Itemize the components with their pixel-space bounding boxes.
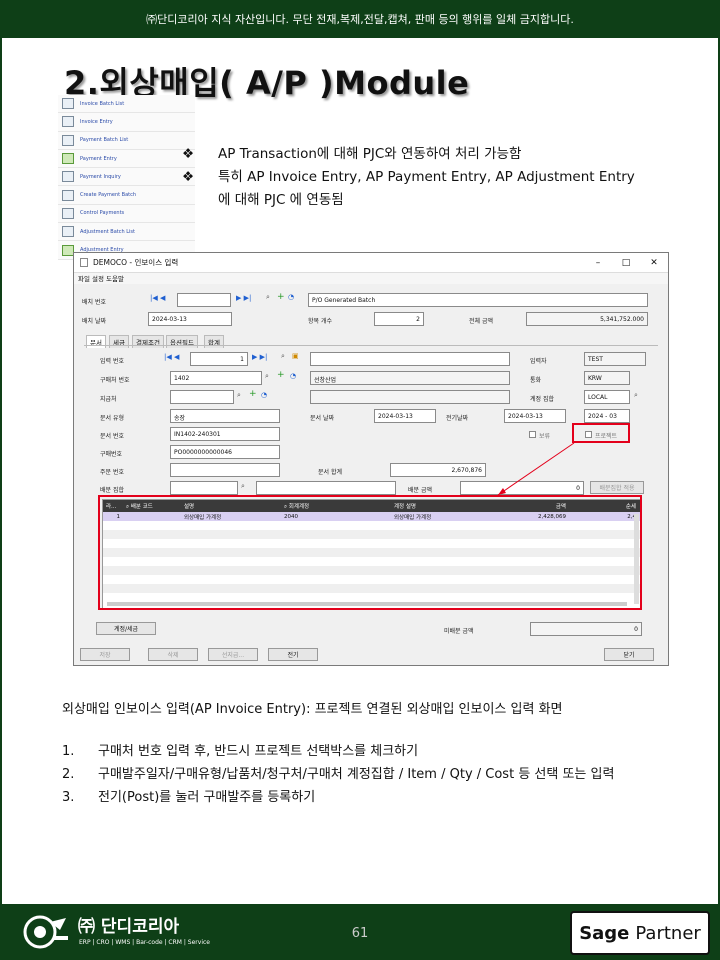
sage-logo-text: Sage <box>579 922 630 944</box>
magnifier-icon <box>62 171 74 183</box>
grid-icon <box>62 207 74 219</box>
menu-item-payment-inquiry[interactable]: Payment Inquiry <box>58 168 195 187</box>
menu-item-invoice-entry[interactable]: Invoice Entry <box>58 113 195 132</box>
list-icon <box>62 134 74 146</box>
invoice-entry-window: DEMOCO - 인보이스 입력 – □ ✕ 파일 설정 도움말 배치 번호 |… <box>73 252 669 666</box>
footer-bar: ㈜ 단디코리아 ERP | CRO | WMS | Bar-code | CRM… <box>0 904 720 960</box>
undistributed-label: 미배분 금액 <box>444 628 474 635</box>
bullet-text-continued: 에 대해 PJC 에 연동됨 <box>218 192 344 208</box>
menu-item-adjustment-batch-list[interactable]: Adjustment Batch List <box>58 223 195 242</box>
prepayment-button[interactable]: 선지급... <box>208 648 258 661</box>
step-text: 구매처 번호 입력 후, 반드시 프로젝트 선택박스를 체크하기 <box>98 744 419 759</box>
account-tax-button[interactable]: 계정/세금 <box>96 622 156 635</box>
menu-item-payment-batch-list[interactable]: Payment Batch List <box>58 131 195 150</box>
copyright-banner: ㈜단디코리아 지식 자산입니다. 무단 전재,복제,전달,캡쳐, 판매 등의 행… <box>0 0 720 38</box>
bullet-text: AP Transaction에 대해 PJC와 연동하여 처리 가능함 <box>218 146 522 162</box>
batch-icon <box>62 189 74 201</box>
step-text: 구매발주일자/구매유형/납품처/청구처/구매처 계정집합 / Item / Qt… <box>98 767 615 782</box>
bullet-text: 특히 AP Invoice Entry, AP Payment Entry, A… <box>218 169 635 185</box>
menu-item-control-payments[interactable]: Control Payments <box>58 204 195 224</box>
menu-item-invoice-batch-list[interactable]: Invoice Batch List <box>58 95 195 114</box>
list-icon <box>62 98 74 110</box>
payment-icon <box>62 153 74 165</box>
document-icon <box>62 116 74 128</box>
callout-arrow <box>497 442 575 496</box>
ap-side-menu: Invoice Batch List Invoice Entry Payment… <box>58 95 195 260</box>
screen-description: 외상매입 인보이스 입력(AP Invoice Entry): 프로젝트 연결된… <box>62 702 563 717</box>
diamond-bullet-icon: ❖ <box>182 146 195 162</box>
undistributed-field: 0 <box>530 622 642 636</box>
sage-partner-badge: Sage Partner <box>570 911 710 955</box>
save-button[interactable]: 저장 <box>80 648 130 661</box>
menu-item-payment-entry[interactable]: Payment Entry <box>58 149 195 169</box>
step-list: 1. 구매처 번호 입력 후, 반드시 프로젝트 선택박스를 체크하기 2. 구매발… <box>62 744 615 805</box>
list-icon <box>62 226 74 238</box>
close-button[interactable]: 닫기 <box>604 648 654 661</box>
step-text: 전기(Post)를 눌러 구매발주를 등록하기 <box>98 790 316 805</box>
bullet-list: ❖ AP Transaction에 대해 PJC와 연동하여 처리 가능함 ❖ 특히… <box>182 143 702 212</box>
diamond-bullet-icon: ❖ <box>182 169 195 185</box>
delete-button[interactable]: 삭제 <box>148 648 198 661</box>
menu-item-create-payment-batch[interactable]: Create Payment Batch <box>58 186 195 205</box>
post-button[interactable]: 전기 <box>268 648 318 661</box>
